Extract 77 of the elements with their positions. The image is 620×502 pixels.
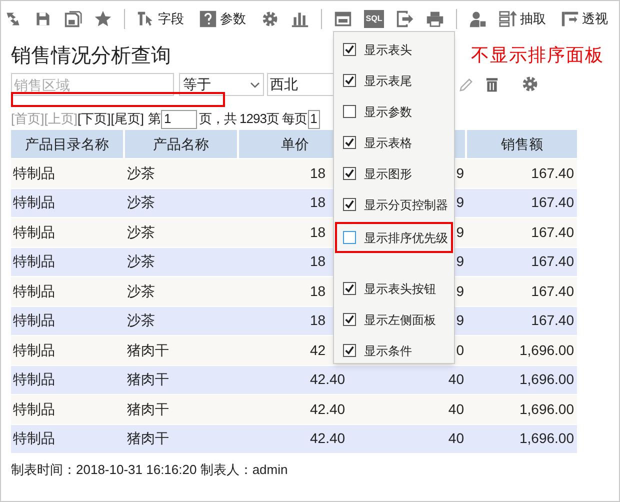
table-cell-text: 特制品 <box>12 193 56 212</box>
column-header: 产品名称 <box>125 130 237 158</box>
table-cell-text: 167.40 <box>530 252 575 272</box>
table-cell-text: 167.40 <box>530 164 575 183</box>
pager-link[interactable]: [下页] <box>77 109 111 129</box>
table-cell-text: 特制品 <box>12 370 56 390</box>
table-cell-text: 167.40 <box>530 282 575 301</box>
table-cell-text: 167.40 <box>530 222 575 242</box>
column-header: 产品目录名称 <box>11 130 123 158</box>
table-cell-text: 特制品 <box>12 311 56 330</box>
table-cell-text: 特制品 <box>12 400 56 419</box>
toolbar-button[interactable]: 抽取 <box>499 9 546 29</box>
table-cell-text: 特制品 <box>12 282 56 301</box>
table-cell: 18 <box>310 312 326 328</box>
pager-text: 第 <box>148 110 161 128</box>
table-cell: 42.40 <box>310 400 346 417</box>
menu-item[interactable]: 显示参数 <box>334 96 454 127</box>
table-cell-text: 167.40 <box>530 311 575 330</box>
table-cell-text: 1,696.00 <box>518 370 575 390</box>
table-cell: 18 <box>310 282 326 299</box>
menu-item[interactable]: 显示表头 <box>334 34 454 65</box>
table-cell-text: 猪肉干 <box>126 429 170 448</box>
table-cell-text: 猪肉干 <box>126 400 170 419</box>
table-cell-text: 40 <box>448 370 464 390</box>
table-cell-text: 沙茶 <box>126 252 156 272</box>
table-cell: 18 <box>310 194 326 210</box>
table-cell-text: 40 <box>448 429 464 448</box>
table-cell-text: 9 <box>456 311 464 330</box>
sql-icon[interactable]: SQL <box>364 10 384 28</box>
table-cell-text: 9 <box>456 252 464 272</box>
filter-field[interactable]: 销售区域 <box>11 73 174 96</box>
table-cell-text: 特制品 <box>12 222 56 242</box>
annotation-text: 不显示排序面板 <box>471 44 604 67</box>
table-cell: 18 <box>310 253 326 270</box>
table-cell-text: 167.40 <box>530 193 575 212</box>
table-cell-text: 沙茶 <box>126 282 156 301</box>
table-cell-text: 9 <box>456 164 464 183</box>
table-cell-text: 1,696.00 <box>518 429 575 448</box>
table-cell-text: 猪肉干 <box>126 370 170 390</box>
table-cell: 18 <box>310 224 326 240</box>
table-cell-text: 40 <box>448 400 464 419</box>
table-cell-text: 特制品 <box>12 252 56 272</box>
table-cell-text: 沙茶 <box>126 311 156 330</box>
page-size-field[interactable]: 1 <box>308 110 320 128</box>
table-cell-text: 沙茶 <box>126 193 156 212</box>
toolbar-button[interactable]: 参数 <box>199 9 246 29</box>
menu-item[interactable]: 显示排序优先级 <box>335 222 453 253</box>
pager-link[interactable]: [尾页] <box>110 109 144 129</box>
table-cell-text: 猪肉干 <box>126 340 170 360</box>
table-cell-text: 特制品 <box>12 164 56 183</box>
toolbar-button[interactable]: 透视 <box>561 9 608 29</box>
report-title: 销售情况分析查询 <box>11 44 171 69</box>
menu-item[interactable]: 显示分页控制器 <box>334 189 454 220</box>
table-cell-text: 1,696.00 <box>518 400 575 419</box>
table-cell-text: 沙茶 <box>126 222 156 242</box>
table-cell: 42 <box>310 342 326 358</box>
table-cell-text: 0 <box>456 340 464 360</box>
table-cell-text: 沙茶 <box>126 164 156 183</box>
menu-item[interactable]: 显示表头按钮 <box>334 273 454 304</box>
table-cell-text: 1,696.00 <box>518 340 575 360</box>
table-cell: 42.40 <box>310 371 346 388</box>
table-cell-text: 9 <box>456 222 464 242</box>
table-cell-text: 特制品 <box>12 429 56 448</box>
table-cell: 18 <box>310 164 326 181</box>
menu-item[interactable]: 显示图形 <box>334 158 454 189</box>
page-field[interactable]: 1 <box>160 110 197 128</box>
toolbar-button[interactable]: 字段 <box>137 9 184 29</box>
report-footer: 制表时间：2018-10-31 16:16:20 制表人：admin <box>11 460 288 480</box>
table-cell-text: 9 <box>456 282 464 301</box>
pager-text: 页，共 1293页 每页 <box>198 110 308 128</box>
operator-dropdown[interactable]: 等于 <box>179 73 264 96</box>
menu-item[interactable]: 显示条件 <box>334 335 454 366</box>
table-cell-text: 9 <box>456 193 464 212</box>
column-header: 销售额 <box>467 130 577 158</box>
table-cell-text: 特制品 <box>12 340 56 360</box>
menu-item[interactable]: 显示左侧面板 <box>334 304 454 335</box>
table-cell: 42.40 <box>310 430 346 446</box>
